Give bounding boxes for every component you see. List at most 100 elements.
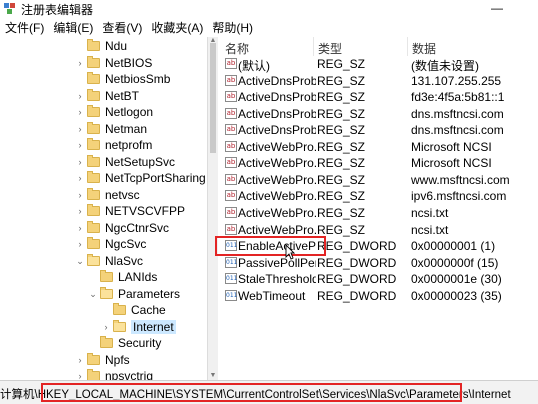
tree-item-nettcpportsharing[interactable]: › NetTcpPortSharing: [76, 170, 206, 186]
folder-icon: [87, 352, 100, 365]
folder-icon: [87, 72, 100, 84]
tree-item-lanids[interactable]: LANIds: [89, 269, 157, 285]
menu-file[interactable]: 文件(F): [0, 19, 48, 36]
minimize-button[interactable]: —: [490, 2, 504, 16]
tree-item-cache[interactable]: Cache: [102, 302, 166, 318]
value-data: 0x0000000f (15): [411, 255, 499, 270]
value-row[interactable]: ab ActiveWebPro... REG_SZ Microsoft NCSI: [218, 155, 538, 171]
tree-scrollbar[interactable]: ▲ ▼: [207, 37, 218, 380]
folder-icon: [87, 55, 100, 68]
chevron-right-icon[interactable]: ›: [76, 173, 84, 183]
reg-string-icon: ab: [225, 107, 237, 119]
tree-item-netbios[interactable]: › NetBIOS: [76, 55, 152, 71]
value-row[interactable]: abActiveDnsProb...REG_SZ 131.107.255.255: [218, 73, 538, 89]
value-data: 0x00000023 (35): [411, 288, 502, 303]
key-tree-pane[interactable]: Ndu › NetBIOS NetbiosSmb › NetBT › Netlogon › Net…: [0, 37, 208, 380]
chevron-down-icon[interactable]: ⌄: [89, 289, 97, 299]
chevron-right-icon[interactable]: ›: [76, 157, 84, 167]
tree-item-ngcctnrsvc[interactable]: › NgcCtnrSvc: [76, 220, 169, 236]
tree-item-netbt[interactable]: › NetBT: [76, 88, 139, 104]
chevron-right-icon[interactable]: ›: [76, 206, 84, 216]
value-row[interactable]: abActiveDnsProb...REG_SZ dns.msftncsi.com: [218, 122, 538, 138]
value-type: REG_SZ: [317, 205, 366, 220]
value-name: StaleThreshold: [238, 272, 316, 287]
value-row[interactable]: 011 StaleThreshold REG_DWORD 0x0000001e (30…: [218, 271, 538, 287]
tree-item-ndu[interactable]: Ndu: [76, 38, 127, 54]
reg-dword-icon: 011: [225, 273, 238, 285]
window-title: 注册表编辑器: [21, 2, 94, 17]
chevron-right-icon[interactable]: ›: [76, 223, 84, 233]
tree-item-label: NgcSvc: [105, 237, 147, 251]
tree-item-netlogon[interactable]: › Netlogon: [76, 104, 153, 120]
value-type: REG_DWORD: [317, 255, 397, 270]
tree-item-netsetupsvc[interactable]: › NetSetupSvc: [76, 154, 175, 170]
tree-item-nlasvc[interactable]: ⌄ NlaSvc: [76, 253, 143, 269]
value-data: www.msftncsi.com: [411, 172, 510, 187]
column-header-type[interactable]: 类型: [318, 40, 342, 57]
value-row[interactable]: ab ActiveWebPro... REG_SZ www.msftncsi.com: [218, 172, 538, 188]
registry-editor-icon: [4, 3, 16, 15]
menu-favorites[interactable]: 收藏夹(A): [146, 19, 207, 36]
tree-item-security[interactable]: Security: [89, 335, 161, 351]
reg-string-icon: ab: [225, 58, 237, 69]
column-header-name[interactable]: 名称: [225, 40, 249, 57]
value-row[interactable]: abActiveDnsProb...REG_SZ fd3e:4f5a:5b81::…: [218, 89, 538, 105]
tree-item-netvscvfpp[interactable]: › NETVSCVFPP: [76, 203, 185, 219]
value-row[interactable]: ab ActiveWebPro... REG_SZ Microsoft NCSI: [218, 139, 538, 155]
folder-icon: [87, 39, 100, 51]
value-type: REG_SZ: [317, 106, 366, 121]
tree-item-ngcsvc[interactable]: › NgcSvc: [76, 236, 146, 252]
tree-item-label: NetBT: [105, 88, 140, 103]
values-list-pane[interactable]: 名称 类型 数据 ab (默认) REG_SZ (数值未设置) ab ActiveDnsP…: [218, 37, 538, 380]
chevron-right-icon[interactable]: ›: [76, 355, 84, 365]
menu-view[interactable]: 查看(V): [97, 19, 146, 36]
chevron-right-icon[interactable]: ›: [76, 107, 84, 117]
folder-icon: [87, 154, 100, 167]
tree-item-label: netprofm: [105, 138, 153, 152]
highlight-box-path: [41, 383, 462, 402]
tree-item-netbiossmb[interactable]: NetbiosSmb: [76, 71, 170, 87]
tree-item-netman[interactable]: › Netman: [76, 121, 147, 137]
reg-dword-icon: 011: [225, 289, 238, 301]
tree-item-npsvctrig[interactable]: › npsvctrig: [76, 368, 153, 380]
reg-string-icon: ab: [225, 124, 237, 136]
value-data: dns.msftncsi.com: [411, 106, 504, 121]
tree-item-parameters[interactable]: ⌄ Parameters: [89, 286, 180, 302]
folder-icon: [87, 220, 100, 233]
chevron-right-icon[interactable]: ›: [76, 239, 84, 249]
tree-item-npfs[interactable]: › Npfs: [76, 352, 130, 368]
tree-item-label: NetbiosSmb: [105, 72, 171, 86]
tree-item-label: NlaSvc: [105, 253, 144, 268]
chevron-right-icon[interactable]: ›: [76, 58, 84, 68]
chevron-right-icon[interactable]: ›: [76, 371, 84, 380]
value-row[interactable]: 011PassivePollPeri...REG_DWORD 0x0000000f…: [218, 255, 538, 271]
scroll-down-icon[interactable]: ▼: [209, 372, 217, 380]
value-row[interactable]: abActiveDnsProb...REG_SZ dns.msftncsi.com: [218, 106, 538, 122]
chevron-right-icon[interactable]: ›: [76, 190, 84, 200]
folder-icon: [87, 138, 100, 150]
value-data: 0x00000001 (1): [411, 239, 496, 254]
chevron-down-icon[interactable]: ⌄: [76, 256, 84, 266]
value-type: REG_SZ: [317, 57, 366, 71]
chevron-right-icon[interactable]: ›: [76, 91, 84, 101]
chevron-right-icon[interactable]: ›: [102, 322, 110, 332]
menu-help[interactable]: 帮助(H): [207, 19, 257, 36]
value-name: ActiveDnsProb...: [238, 123, 316, 138]
value-row[interactable]: ab ActiveWebPro... REG_SZ ncsi.txt: [218, 205, 538, 221]
scroll-thumb[interactable]: [210, 43, 216, 153]
value-row[interactable]: ab (默认) REG_SZ (数值未设置): [218, 56, 538, 73]
tree-item-netvsc[interactable]: › netvsc: [76, 187, 140, 203]
column-header-data[interactable]: 数据: [412, 40, 436, 57]
menu-edit[interactable]: 编辑(E): [48, 19, 97, 36]
tree-item-label: Npfs: [105, 352, 130, 367]
tree-item-label: LANIds: [118, 270, 158, 284]
tree-item-netprofm[interactable]: › netprofm: [76, 137, 152, 153]
chevron-right-icon[interactable]: ›: [76, 124, 84, 134]
value-type: REG_DWORD: [317, 272, 397, 287]
folder-icon: [100, 270, 113, 282]
tree-item-internet[interactable]: › Internet: [102, 319, 176, 335]
chevron-right-icon[interactable]: ›: [76, 140, 84, 150]
value-row[interactable]: 011 WebTimeout REG_DWORD 0x00000023 (35): [218, 288, 538, 304]
value-row[interactable]: ab ActiveWebPro... REG_SZ ipv6.msftncsi.com: [218, 188, 538, 204]
